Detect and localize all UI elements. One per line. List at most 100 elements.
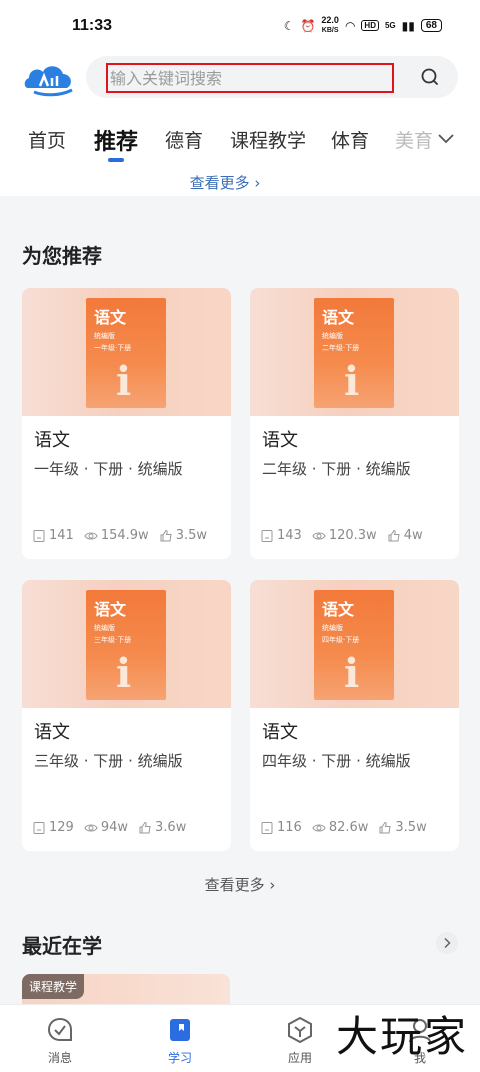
recommend-see-more-link[interactable]: 查看更多 › — [0, 874, 480, 895]
course-name: 语文 — [262, 430, 298, 451]
signal-5g: 5G — [384, 21, 396, 30]
like-count-value: 3.5w — [175, 528, 207, 543]
lesson-count-value: 141 — [49, 528, 74, 543]
status-time: 11:33 — [72, 17, 113, 34]
course-cover: 语文 统编版 四年级·下册 i — [250, 580, 459, 708]
book-edition: 统编版 — [322, 332, 343, 340]
book-cover-image: 语文 统编版 四年级·下册 i — [314, 590, 394, 700]
hd-badge: HD — [361, 20, 379, 31]
course-card[interactable]: 语文 统编版 四年级·下册 i 语文 四年级 · 下册 · 统编版 116 82… — [250, 580, 459, 851]
course-stats: 143 120.3w 4w — [260, 528, 433, 543]
like-count-value: 4w — [403, 528, 423, 543]
course-desc: 二年级 · 下册 · 统编版 — [262, 460, 411, 478]
thumbs-up-icon — [388, 529, 400, 541]
eye-icon — [84, 532, 98, 539]
like-count: 4w — [387, 528, 423, 543]
lesson-icon — [261, 821, 273, 834]
main-content: 查看更多 › 为您推荐 语文 统编版 一年级·下册 i 语文 一年级 · 下册 … — [0, 172, 480, 1004]
tab-course-teaching[interactable]: 课程教学 — [230, 126, 306, 153]
chevron-right-icon[interactable] — [436, 932, 458, 954]
eye-icon — [84, 824, 98, 831]
tab-arts[interactable]: 美育 — [395, 126, 433, 153]
book-decoration-icon: i — [116, 358, 132, 405]
view-count: 82.6w — [312, 820, 369, 835]
chevron-down-icon[interactable] — [434, 126, 458, 150]
course-card[interactable]: 语文 统编版 三年级·下册 i 语文 三年级 · 下册 · 统编版 129 94… — [22, 580, 231, 851]
lesson-count: 143 — [260, 528, 302, 543]
book-grade: 三年级·下册 — [94, 636, 132, 644]
nav-apps[interactable]: 应用 — [270, 1015, 330, 1066]
lesson-count-value: 116 — [277, 820, 302, 835]
lesson-count-value: 143 — [277, 528, 302, 543]
wifi-icon: ◠ — [344, 18, 356, 33]
recent-course-tag: 课程教学 — [22, 974, 85, 999]
apps-icon — [288, 1016, 312, 1044]
book-title: 语文 — [94, 308, 127, 327]
course-card[interactable]: 语文 统编版 一年级·下册 i 语文 一年级 · 下册 · 统编版 141 15… — [22, 288, 231, 559]
tab-recommend[interactable]: 推荐 — [94, 124, 138, 156]
book-decoration-icon: i — [344, 358, 360, 405]
like-count-value: 3.5w — [395, 820, 427, 835]
book-grade: 二年级·下册 — [322, 344, 360, 352]
thumbs-up-icon — [139, 821, 151, 833]
top-see-more-label: 查看更多 › — [189, 174, 261, 192]
book-grade: 四年级·下册 — [322, 636, 360, 644]
top-see-more-link[interactable]: 查看更多 › — [0, 172, 480, 196]
search-bar[interactable] — [86, 56, 458, 98]
book-edition: 统编版 — [94, 332, 115, 340]
book-grade: 一年级·下册 — [94, 344, 132, 352]
like-count: 3.6w — [138, 820, 186, 835]
like-count: 3.5w — [378, 820, 427, 835]
search-input[interactable] — [106, 63, 394, 93]
nav-study[interactable]: 学习 — [150, 1015, 210, 1066]
book-title: 语文 — [94, 600, 127, 619]
book-cover-image: 语文 统编版 三年级·下册 i — [86, 590, 166, 700]
nav-messages[interactable]: 消息 — [30, 1015, 90, 1066]
alarm-icon: ⏰ — [300, 18, 316, 33]
watermark: 大玩家 — [335, 1012, 468, 1061]
view-count-value: 120.3w — [328, 528, 377, 543]
recent-section-title: 最近在学 — [22, 934, 102, 958]
lesson-icon — [261, 529, 273, 542]
status-bar: 11:33 ☾ ⏰ 22.0 KB/S ◠ HD 5G ▮▮ 68 — [0, 0, 480, 52]
lesson-count: 141 — [32, 528, 74, 543]
book-decoration-icon: i — [344, 650, 360, 697]
lesson-count: 116 — [260, 820, 302, 835]
like-count-value: 3.6w — [155, 820, 187, 835]
course-name: 语文 — [262, 722, 298, 743]
view-count: 94w — [84, 820, 128, 835]
course-cover: 语文 统编版 一年级·下册 i — [22, 288, 231, 416]
battery-indicator: 68 — [420, 19, 442, 32]
thumbs-up-icon — [160, 529, 172, 541]
book-cover-image: 语文 统编版 二年级·下册 i — [314, 298, 394, 408]
book-cover-image: 语文 统编版 一年级·下册 i — [86, 298, 166, 408]
message-icon — [47, 1017, 72, 1041]
tab-moral-education[interactable]: 德育 — [165, 126, 203, 153]
nav-messages-label: 消息 — [47, 1051, 72, 1065]
course-name: 语文 — [34, 430, 70, 451]
view-count-value: 94w — [100, 820, 129, 835]
course-stats: 129 94w 3.6w — [32, 820, 196, 835]
network-speed: 22.0 KB/S — [321, 16, 339, 35]
view-count-value: 82.6w — [328, 820, 369, 835]
moon-icon: ☾ — [283, 18, 295, 33]
view-count: 120.3w — [312, 528, 377, 543]
status-icons: ☾ ⏰ 22.0 KB/S ◠ HD 5G ▮▮ 68 — [284, 16, 442, 35]
speed-unit: KB/S — [321, 27, 339, 34]
course-cover: 语文 统编版 二年级·下册 i — [250, 288, 459, 416]
like-count: 3.5w — [159, 528, 207, 543]
book-title: 语文 — [322, 600, 355, 619]
search-icon[interactable] — [420, 67, 440, 87]
tab-sports[interactable]: 体育 — [331, 126, 369, 153]
speed-value: 22.0 — [321, 15, 339, 25]
course-card[interactable]: 语文 统编版 二年级·下册 i 语文 二年级 · 下册 · 统编版 143 12… — [250, 288, 459, 559]
bottom-navigation: 消息 学习 应用 我 大玩家 — [0, 1004, 480, 1072]
lesson-count-value: 129 — [49, 820, 74, 835]
tab-home[interactable]: 首页 — [28, 126, 66, 153]
signal-icon: ▮▮ — [401, 18, 415, 33]
course-desc: 四年级 · 下册 · 统编版 — [262, 752, 411, 770]
eye-icon — [312, 824, 326, 831]
recent-course-card[interactable]: 课程教学 — [22, 974, 230, 1004]
course-stats: 141 154.9w 3.5w — [32, 528, 217, 543]
course-name: 语文 — [34, 722, 70, 743]
